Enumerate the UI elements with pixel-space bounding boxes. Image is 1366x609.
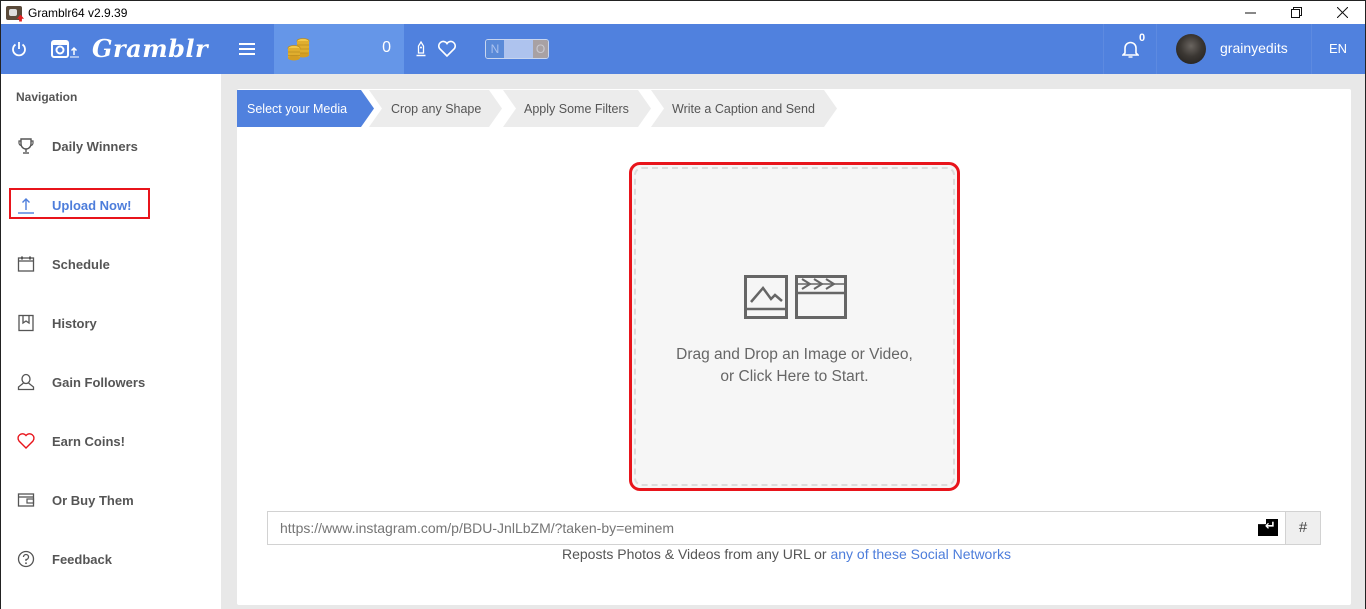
user-avatar[interactable] <box>1176 34 1206 64</box>
close-icon <box>1336 7 1348 18</box>
app-icon <box>6 5 22 20</box>
app-header: Gramblr 0 N O 0 grainyedits EN <box>1 24 1365 74</box>
heart-icon <box>17 433 35 449</box>
step-label: Apply Some Filters <box>524 101 629 116</box>
sidebar-item-schedule[interactable]: Schedule <box>16 252 110 276</box>
question-icon <box>17 550 35 568</box>
hashtag-button[interactable]: # <box>1285 511 1321 545</box>
sidebar-item-label: Earn Coins! <box>52 433 125 449</box>
sidebar-item-gain-followers[interactable]: Gain Followers <box>16 370 145 394</box>
window-title: Gramblr64 v2.9.39 <box>28 5 128 20</box>
mode-toggle[interactable]: N O <box>485 39 549 59</box>
sidebar-item-label: Feedback <box>52 551 112 567</box>
hamburger-menu-icon[interactable] <box>239 42 255 56</box>
dropzone-border <box>634 167 955 486</box>
header-divider <box>1156 24 1157 74</box>
step-apply-filters[interactable]: Apply Some Filters <box>503 90 655 127</box>
coins-count: 0 <box>382 39 391 56</box>
header-divider <box>1311 24 1312 74</box>
dropzone-line-1: Drag and Drop an Image or Video, <box>676 346 913 363</box>
step-crop-shape[interactable]: Crop any Shape <box>369 90 507 127</box>
coins-balance[interactable]: 0 <box>274 24 404 74</box>
image-video-icons <box>744 275 847 319</box>
minimize-icon <box>1244 12 1256 14</box>
close-button[interactable] <box>1319 1 1365 24</box>
bookmark-icon <box>18 314 34 332</box>
sidebar: Navigation Daily Winners Upload Now! Sch… <box>1 74 221 609</box>
image-icon <box>744 275 788 319</box>
calendar-icon <box>17 256 35 272</box>
sidebar-item-label: Gain Followers <box>52 374 146 390</box>
power-icon[interactable] <box>10 40 28 58</box>
coins-icon <box>287 38 310 61</box>
sidebar-item-or-buy-them[interactable]: Or Buy Them <box>16 488 134 512</box>
social-networks-link[interactable]: any of these Social Networks <box>830 546 1011 562</box>
restore-icon <box>1290 7 1302 18</box>
sidebar-item-history[interactable]: History <box>16 311 97 335</box>
sidebar-item-daily-winners[interactable]: Daily Winners <box>16 134 138 158</box>
step-select-media[interactable]: Select your Media <box>237 90 375 127</box>
dropzone-instructions: Drag and Drop an Image or Video, or Clic… <box>631 344 958 388</box>
language-selector[interactable]: EN <box>1329 41 1347 56</box>
restore-button[interactable] <box>1273 1 1319 24</box>
clapperboard-icon <box>795 275 847 319</box>
instagram-upload-icon <box>51 40 79 58</box>
rocket-icon[interactable] <box>415 41 427 57</box>
toggle-right-label: O <box>533 40 548 58</box>
trophy-icon <box>18 138 34 154</box>
wallet-icon <box>17 493 35 507</box>
nav-title: Navigation <box>16 90 78 104</box>
logo-text: Gramblr <box>92 34 209 63</box>
toggle-track <box>504 40 533 58</box>
dropzone-line-2: or Click Here to Start. <box>720 368 869 385</box>
sidebar-item-feedback[interactable]: Feedback <box>16 547 112 571</box>
step-caption-send[interactable]: Write a Caption and Send <box>651 90 841 127</box>
header-divider <box>1103 24 1104 74</box>
sidebar-item-label: Or Buy Them <box>52 492 134 508</box>
sidebar-item-earn-coins[interactable]: Earn Coins! <box>16 429 125 453</box>
hint-text: Reposts Photos & Videos from any URL or <box>562 546 831 562</box>
step-label: Select your Media <box>247 101 348 116</box>
minimize-button[interactable] <box>1227 1 1273 24</box>
username[interactable]: grainyedits <box>1220 40 1288 56</box>
sidebar-item-label: History <box>52 315 97 331</box>
upload-highlight-box <box>9 188 150 219</box>
media-dropzone[interactable] <box>631 164 958 489</box>
step-label: Crop any Shape <box>391 101 482 116</box>
bell-icon[interactable] <box>1122 40 1139 58</box>
user-icon <box>17 373 35 391</box>
step-label: Write a Caption and Send <box>672 101 815 116</box>
toggle-left-label: N <box>486 40 504 58</box>
title-bar: Gramblr64 v2.9.39 <box>1 1 1365 24</box>
notification-count: 0 <box>1139 32 1146 44</box>
repost-url-input[interactable] <box>267 511 1285 545</box>
sidebar-item-label: Schedule <box>52 256 110 272</box>
sidebar-item-label: Daily Winners <box>52 138 138 154</box>
window-controls <box>1227 1 1365 24</box>
heart-icon[interactable] <box>437 40 457 58</box>
app-window: Gramblr64 v2.9.39 Gramblr 0 N O 0 grainy… <box>0 0 1366 609</box>
repost-hint: Reposts Photos & Videos from any URL or … <box>562 546 1011 562</box>
